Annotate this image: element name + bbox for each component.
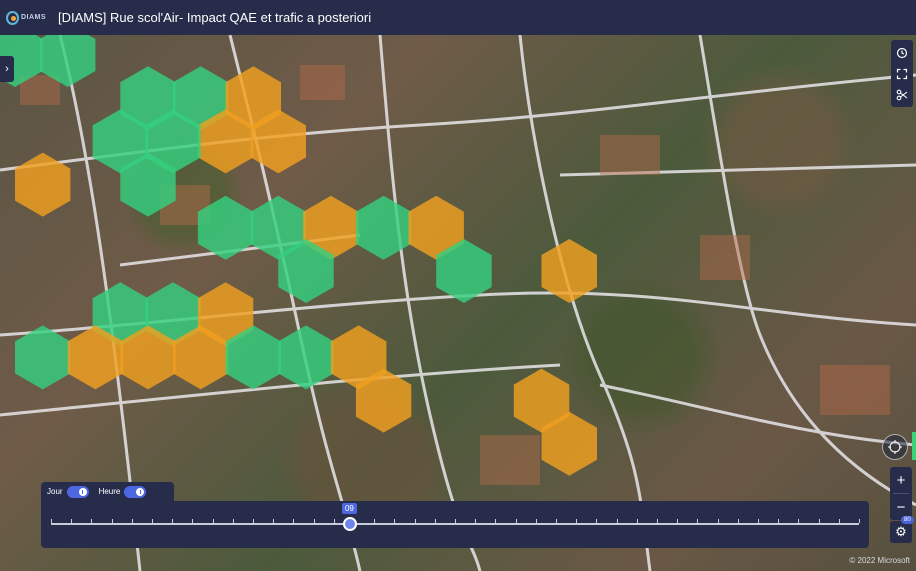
compass-icon — [888, 440, 902, 454]
toggle-jour-switch[interactable] — [66, 485, 89, 498]
map-tools — [891, 40, 913, 107]
logo-icon — [6, 10, 19, 25]
toggle-heure-label: Heure — [98, 487, 121, 496]
toggle-jour[interactable]: Jour — [47, 485, 89, 498]
page-title: [DIAMS] Rue scol'Air- Impact QAE et traf… — [58, 10, 372, 25]
gear-icon: ⚙ — [895, 524, 907, 539]
expand-icon — [896, 68, 908, 79]
slider-track[interactable] — [51, 523, 859, 525]
fullscreen-button[interactable] — [891, 63, 913, 84]
compass-button[interactable] — [882, 434, 908, 460]
history-button[interactable] — [891, 42, 913, 63]
diams-logo[interactable]: DIAMS — [6, 10, 46, 25]
hex-cell-green[interactable] — [278, 325, 334, 390]
slider-value-label: 09 — [341, 503, 357, 514]
toggle-jour-label: Jour — [47, 487, 63, 496]
app-header: DIAMS [DIAMS] Rue scol'Air- Impact QAE e… — [0, 0, 916, 35]
settings-badge: 80 — [901, 516, 914, 524]
zoom-in-button[interactable]: + — [890, 467, 912, 493]
zoom-control: + − — [890, 467, 912, 520]
toggle-heure-switch[interactable] — [124, 485, 147, 498]
hex-cell-green[interactable] — [355, 195, 412, 260]
hex-cell-green[interactable] — [197, 195, 254, 260]
hex-cell-green[interactable] — [39, 35, 96, 87]
time-mode-toggles: Jour Heure — [41, 482, 174, 501]
legend-tab[interactable] — [912, 432, 916, 460]
app-window: DIAMS [DIAMS] Rue scol'Air- Impact QAE e… — [0, 0, 916, 571]
hex-cell-green[interactable] — [15, 325, 71, 390]
toggle-heure[interactable]: Heure — [98, 485, 147, 498]
map-copyright: © 2022 Microsoft — [849, 556, 910, 565]
switch-knob — [78, 487, 87, 496]
slider-thumb[interactable] — [342, 517, 357, 531]
settings-button[interactable]: ⚙ — [890, 521, 912, 543]
logo-text: DIAMS — [20, 14, 46, 21]
cut-button[interactable] — [891, 84, 913, 105]
hex-cell-orange[interactable] — [15, 152, 71, 217]
hex-cell-orange[interactable] — [541, 239, 598, 303]
slider-tick — [859, 519, 860, 523]
chevron-right-icon: › — [5, 63, 9, 75]
side-panel-toggle[interactable]: › — [0, 56, 14, 82]
time-slider-panel: 09 — [41, 501, 869, 548]
switch-knob — [136, 487, 145, 496]
clock-icon — [896, 47, 908, 58]
scissors-icon — [896, 89, 908, 100]
